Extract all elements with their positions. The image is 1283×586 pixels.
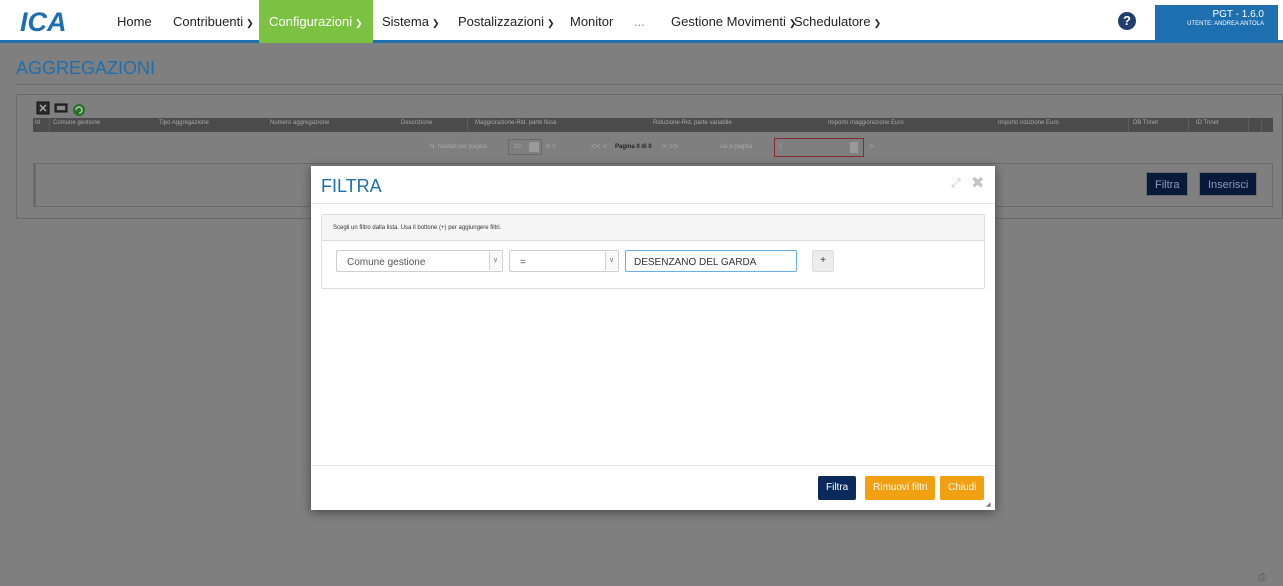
nav-more[interactable]: ...: [634, 0, 645, 43]
col-maggiorazione[interactable]: Maggiorazione-Rid. parte fissa: [475, 120, 556, 126]
per-page-value: 10: [514, 144, 521, 150]
filter-hint: Scegli un filtro dalla lista. Usa il bot…: [322, 215, 984, 241]
nav-sistema[interactable]: Sistema ❯: [382, 0, 440, 43]
page-filter-button[interactable]: Filtra: [1146, 172, 1189, 196]
csv-export-icon[interactable]: [54, 101, 68, 115]
filter-operator-value: =: [520, 257, 526, 268]
col-comune-gestione[interactable]: Comune gestione: [53, 120, 100, 126]
chevron-down-icon: ❯: [246, 18, 254, 28]
top-navbar: ICA Home Contribuenti ❯ Configurazioni ❯ S…: [0, 0, 1283, 43]
pager-prev-nav[interactable]: << <: [591, 142, 607, 151]
goto-page-arrow[interactable]: >: [869, 142, 874, 151]
page-insert-button[interactable]: Inserisci: [1199, 172, 1258, 196]
user-label: UTENTE: ANDREA ANTOLA: [1187, 21, 1264, 27]
page-title: AGGREGAZIONI: [16, 58, 156, 78]
version-label: PGT - 1.6.0: [1212, 9, 1264, 20]
user-info-box[interactable]: PGT - 1.6.0 UTENTE: ANDREA ANTOLA: [1155, 5, 1278, 40]
nav-sistema-label: Sistema: [382, 14, 429, 29]
nav-gestione-movimenti[interactable]: Gestione Movimenti ❯: [671, 0, 796, 43]
chevron-down-icon: ❯: [431, 18, 440, 28]
col-db-trinet[interactable]: DB Trinet: [1133, 120, 1158, 126]
col-numero-aggregazione[interactable]: Numero aggregazione: [270, 120, 329, 126]
add-filter-button[interactable]: +: [812, 250, 834, 272]
nav-monitor-label: Monitor: [570, 14, 614, 29]
nav-postalizzazioni-label: Postalizzazioni: [458, 14, 544, 29]
col-descrizione[interactable]: Descrizione: [401, 120, 432, 126]
title-divider: [16, 84, 1283, 85]
grid-header: Id Comune gestione Tipo Aggregazione Num…: [33, 118, 1273, 132]
nav-home[interactable]: Home: [117, 0, 152, 43]
resize-handle-icon[interactable]: ◢: [986, 501, 991, 508]
goto-page-label: vai a pagina: [720, 144, 753, 150]
nav-contribuenti-label: Contribuenti: [173, 14, 244, 29]
chevron-down-icon: ∨: [489, 252, 501, 270]
remove-filters-button[interactable]: Rimuovi filtri: [865, 476, 936, 500]
pager-page-info: Pagina 0 di 0: [615, 144, 652, 150]
close-icon[interactable]: ✖: [971, 173, 984, 193]
col-riduzione[interactable]: Riduzione-Rid. parte variabile: [653, 120, 732, 126]
per-page-label: N. risultati per pagina: [430, 144, 487, 150]
filter-field-select[interactable]: Comune gestione ∨: [336, 250, 503, 272]
nav-schedulatore-label: Schedulatore: [794, 14, 871, 29]
nav-contribuenti[interactable]: Contribuenti ❯: [173, 0, 254, 43]
goto-page-input[interactable]: 1: [774, 138, 864, 157]
dialog-title: FILTRA: [321, 176, 382, 196]
spinner-icon[interactable]: [850, 142, 858, 153]
ica-logo[interactable]: ICA: [20, 8, 78, 34]
dialog-footer-divider: [311, 465, 995, 466]
nav-configurazioni-label: Configurazioni: [269, 14, 353, 29]
nav-monitor[interactable]: Monitor: [570, 0, 613, 43]
col-tipo-aggregazione[interactable]: Tipo Aggregazione: [159, 120, 209, 126]
chevron-down-icon: ❯: [873, 18, 882, 28]
per-page-select[interactable]: 10: [508, 139, 542, 155]
filter-dialog: FILTRA ⤢ ✖ Scegli un filtro dalla lista.…: [311, 166, 995, 510]
close-dialog-button[interactable]: Chiudi: [940, 476, 985, 500]
per-page-of: di 0: [546, 144, 556, 150]
help-icon[interactable]: ?: [1118, 12, 1136, 30]
maximize-icon[interactable]: ⤢: [951, 176, 961, 191]
excel-export-icon[interactable]: [36, 101, 50, 115]
nav-configurazioni[interactable]: Configurazioni ❯: [259, 0, 373, 43]
dialog-header-divider: [311, 203, 995, 204]
col-id[interactable]: Id: [35, 120, 40, 126]
filter-field-value: Comune gestione: [347, 257, 426, 268]
chevron-down-icon: ∨: [605, 252, 617, 270]
goto-page-value: 1: [779, 144, 783, 150]
nav-more-label: ...: [634, 14, 645, 29]
filter-value-input[interactable]: DESENZANO DEL GARDA: [625, 250, 797, 272]
filter-operator-select[interactable]: = ∨: [509, 250, 619, 272]
nav-home-label: Home: [117, 14, 152, 29]
refresh-icon[interactable]: [72, 103, 86, 117]
nav-postalizzazioni[interactable]: Postalizzazioni ❯: [458, 0, 555, 43]
chevron-down-icon: ❯: [355, 18, 363, 28]
dialog-filter-button[interactable]: Filtra: [818, 476, 857, 500]
col-importo-riduzione[interactable]: Importo riduzione Euro: [998, 120, 1059, 126]
nav-gestione-movimenti-label: Gestione Movimenti: [671, 14, 786, 29]
col-importo-maggiorazione[interactable]: Importo maggiorazione Euro: [828, 120, 904, 126]
pager-next-nav[interactable]: > >>: [662, 142, 678, 151]
nav-schedulatore[interactable]: Schedulatore ❯: [794, 0, 881, 43]
chevron-down-icon: ❯: [547, 18, 555, 28]
print-icon[interactable]: ⎙: [1258, 572, 1266, 583]
svg-text:ICA: ICA: [20, 8, 67, 34]
chevron-down-icon: [529, 142, 539, 152]
col-id-trinet[interactable]: ID Trinet: [1196, 120, 1219, 126]
